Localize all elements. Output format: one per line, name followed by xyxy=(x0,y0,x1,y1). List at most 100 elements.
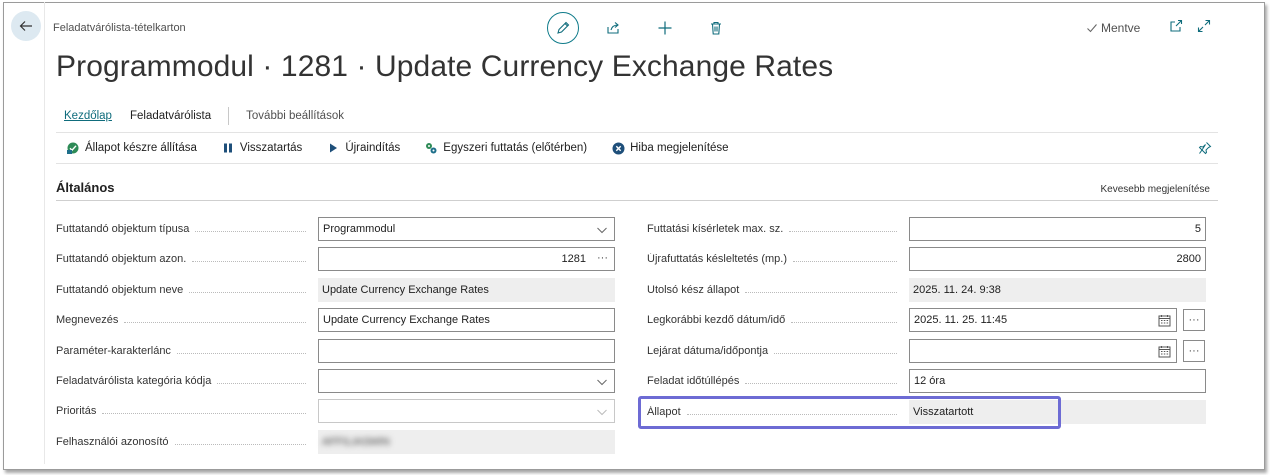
plus-icon xyxy=(658,21,672,35)
field-description: Megnevezés xyxy=(56,308,316,332)
chevron-down-icon xyxy=(597,409,607,416)
field-max-attempts: Futtatási kísérletek max. sz. xyxy=(647,217,907,241)
hold-label: Visszatartás xyxy=(239,142,303,154)
field-label: Futtatási kísérletek max. sz. xyxy=(647,223,784,235)
edit-button[interactable] xyxy=(547,12,579,44)
field-parameter-string: Paraméter-karakterlánc xyxy=(56,339,316,363)
object-name-value: Update Currency Exchange Rates xyxy=(322,284,489,296)
saved-status: Mentve xyxy=(1086,21,1140,35)
parameter-string-input[interactable] xyxy=(318,339,615,363)
window-actions xyxy=(1168,18,1212,34)
arrow-left-icon xyxy=(19,21,32,31)
delete-button[interactable] xyxy=(704,16,728,40)
earliest-start-more-button[interactable]: ··· xyxy=(1183,309,1205,331)
field-category-code: Feladatvárólista kategória kódja xyxy=(56,369,316,393)
expiration-input[interactable] xyxy=(909,339,1177,363)
back-button[interactable] xyxy=(11,11,41,41)
section-divider xyxy=(56,200,1218,201)
page-type-caption: Feladatvárólista-tételkarton xyxy=(53,22,186,34)
field-object-name: Futtatandó objektum neve xyxy=(56,278,316,302)
category-code-select[interactable] xyxy=(318,369,615,393)
tab-kezdolap[interactable]: Kezdőlap xyxy=(64,110,112,122)
chevron-down-icon xyxy=(597,227,607,234)
action-tabs: Kezdőlap Feladatvárólista További beállí… xyxy=(64,107,362,125)
status-ready-icon xyxy=(66,141,80,155)
object-type-select[interactable]: Programmodul xyxy=(318,217,615,241)
field-rerun-delay: Újrafuttatás késleltetés (mp.) xyxy=(647,247,907,271)
priority-select xyxy=(318,399,615,423)
field-label: Legkorábbi kezdő dátum/idő xyxy=(647,314,786,326)
run-once-label: Egyszeri futtatás (előtérben) xyxy=(443,142,588,154)
last-ready-state-value: 2025. 11. 24. 9:38 xyxy=(913,284,1001,296)
user-id-readonly: AFFILIASMIN xyxy=(318,430,615,454)
object-name-readonly: Update Currency Exchange Rates xyxy=(318,278,615,302)
field-label: Lejárat dátuma/időpontja xyxy=(647,345,769,357)
top-toolbar xyxy=(547,12,728,44)
job-timeout-value: 12 óra xyxy=(914,375,946,387)
play-icon xyxy=(326,141,340,155)
max-attempts-input[interactable]: 5 xyxy=(909,217,1206,241)
field-label: Futtatandó objektum azon. xyxy=(56,253,187,265)
show-error-label: Hiba megjelenítése xyxy=(630,142,729,154)
rerun-delay-input[interactable]: 2800 xyxy=(909,247,1206,271)
job-timeout-input[interactable]: 12 óra xyxy=(909,369,1206,393)
field-label: Feladat időtúllépés xyxy=(647,375,740,387)
field-label: Utolsó kész állapot xyxy=(647,284,740,296)
page-title: Programmodul · 1281 · Update Currency Ex… xyxy=(56,50,834,83)
tab-divider xyxy=(228,107,230,125)
calendar-icon[interactable] xyxy=(1158,345,1171,358)
field-earliest-start: Legkorábbi kezdő dátum/idő xyxy=(647,308,907,332)
field-last-ready-state: Utolsó kész állapot xyxy=(647,278,907,302)
checkmark-icon xyxy=(1087,24,1097,33)
calendar-icon[interactable] xyxy=(1158,314,1171,327)
earliest-start-input[interactable]: 2025. 11. 25. 11:45 xyxy=(909,308,1177,332)
share-icon xyxy=(607,22,619,34)
show-error-button[interactable]: Hiba megjelenítése xyxy=(611,141,729,155)
field-label: Paraméter-karakterlánc xyxy=(56,345,171,357)
expand-icon[interactable] xyxy=(1196,18,1212,34)
chevron-down-icon xyxy=(597,379,607,386)
set-status-ready-button[interactable]: Állapot készre állítása xyxy=(66,141,197,155)
field-label: Prioritás xyxy=(56,405,97,417)
object-id-lookup-button[interactable]: ··· xyxy=(597,252,608,264)
field-label: Újrafuttatás késleltetés (mp.) xyxy=(647,253,787,265)
hold-button[interactable]: Visszatartás xyxy=(221,141,302,155)
pin-icon[interactable] xyxy=(1198,141,1212,155)
object-id-value: 1281 xyxy=(561,253,586,265)
field-priority: Prioritás xyxy=(56,399,316,423)
pencil-icon xyxy=(557,21,570,34)
object-type-value: Programmodul xyxy=(323,223,396,235)
user-id-value: AFFILIASMIN xyxy=(322,436,390,448)
action-bar: Állapot készre állítása Visszatartás Újr… xyxy=(56,132,1218,164)
field-object-id: Futtatandó objektum azon. xyxy=(56,247,316,271)
expiration-more-button[interactable]: ··· xyxy=(1183,340,1205,362)
field-label: Feladatvárólista kategória kódja xyxy=(56,375,212,387)
description-input[interactable]: Update Currency Exchange Rates xyxy=(318,308,615,332)
field-label: Futtatandó objektum típusa xyxy=(56,223,190,235)
share-button[interactable] xyxy=(601,16,625,40)
tab-tovabbi-beallitasok[interactable]: További beállítások xyxy=(246,110,344,122)
field-user-id: Felhasználói azonosító xyxy=(56,430,316,454)
new-button[interactable] xyxy=(653,16,677,40)
pause-icon xyxy=(221,141,235,155)
run-once-foreground-button[interactable]: Egyszeri futtatás (előtérben) xyxy=(424,141,587,155)
field-expiration: Lejárat dátuma/időpontja xyxy=(647,339,907,363)
restart-label: Újraindítás xyxy=(345,142,401,154)
field-job-timeout: Feladat időtúllépés xyxy=(647,369,907,393)
object-id-input[interactable]: 1281 ··· xyxy=(318,247,615,271)
field-label: Megnevezés xyxy=(56,314,119,326)
field-label: Futtatandó objektum neve xyxy=(56,284,184,296)
max-attempts-value: 5 xyxy=(1194,223,1201,235)
saved-label: Mentve xyxy=(1101,21,1141,35)
gears-icon xyxy=(424,141,438,155)
open-new-window-icon[interactable] xyxy=(1168,18,1184,34)
show-less-link[interactable]: Kevesebb megjelenítése xyxy=(1100,184,1210,195)
rerun-delay-value: 2800 xyxy=(1176,253,1201,265)
set-status-ready-label: Állapot készre állítása xyxy=(85,142,197,154)
restart-button[interactable]: Újraindítás xyxy=(326,141,400,155)
trash-icon xyxy=(711,21,721,35)
tab-feladatvarolista[interactable]: Feladatvárólista xyxy=(130,110,211,122)
earliest-start-value: 2025. 11. 25. 11:45 xyxy=(914,314,1008,326)
section-title-general: Általános xyxy=(56,180,115,195)
field-object-type: Futtatandó objektum típusa xyxy=(56,217,316,241)
